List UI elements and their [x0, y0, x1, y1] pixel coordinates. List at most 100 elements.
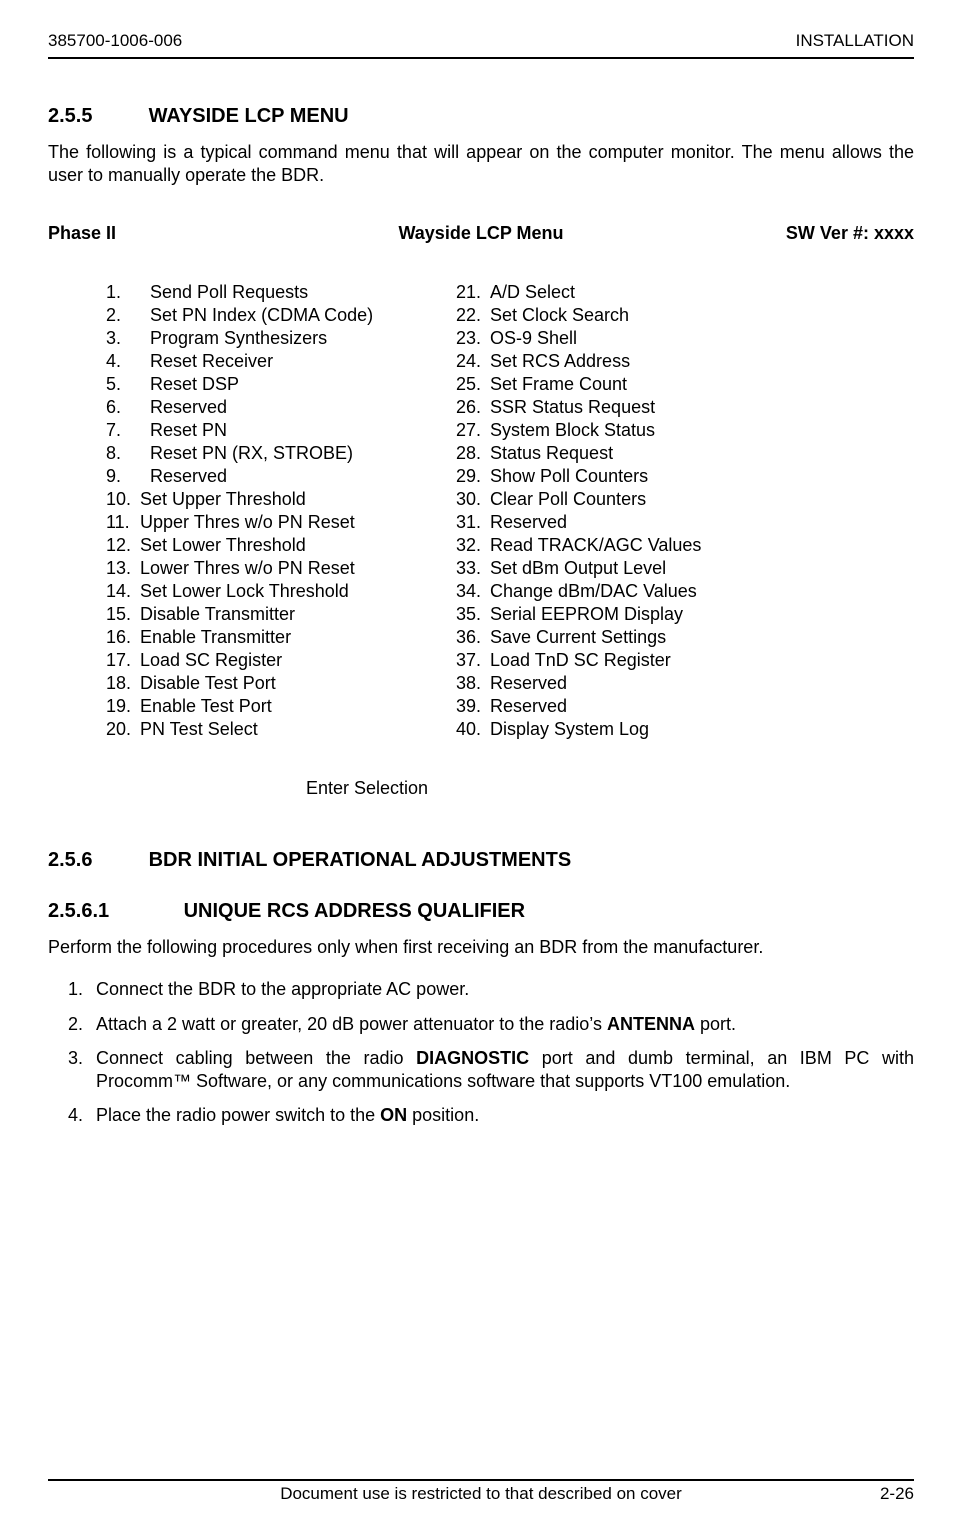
lcp-menu-item-text: SSR Status Request — [490, 396, 655, 419]
lcp-menu-item: 11.Upper Thres w/o PN Reset — [106, 511, 426, 534]
section-2-5-6-1-num: 2.5.6.1 — [48, 899, 178, 924]
lcp-menu-item-num: 40. — [456, 718, 490, 741]
lcp-menu-item-text: Set RCS Address — [490, 350, 630, 373]
lcp-menu-item: 2. Set PN Index (CDMA Code) — [106, 304, 426, 327]
lcp-menu-item-text: Enable Test Port — [140, 695, 272, 718]
lcp-menu-item: 37.Load TnD SC Register — [456, 649, 796, 672]
procedure-step-4-pre: Place the radio power switch to the — [96, 1105, 380, 1125]
lcp-menu-item-num: 25. — [456, 373, 490, 396]
lcp-menu-item: 1. Send Poll Requests — [106, 281, 426, 304]
header-rule — [48, 57, 914, 59]
lcp-menu-item-num: 1. — [106, 281, 140, 304]
lcp-menu-item-gap — [140, 327, 150, 350]
lcp-menu-item-text: Reset PN (RX, STROBE) — [150, 442, 353, 465]
lcp-menu-item-text: Reserved — [490, 672, 567, 695]
lcp-menu-item: 35.Serial EEPROM Display — [456, 603, 796, 626]
lcp-menu-item-text: Reserved — [490, 511, 567, 534]
section-2-5-5-title: WAYSIDE LCP MENU — [149, 105, 349, 127]
lcp-menu-item-text: Lower Thres w/o PN Reset — [140, 557, 355, 580]
lcp-menu-item-num: 13. — [106, 557, 140, 580]
lcp-menu-item-num: 17. — [106, 649, 140, 672]
lcp-menu-item-num: 4. — [106, 350, 140, 373]
lcp-menu-item: 27.System Block Status — [456, 419, 796, 442]
lcp-menu-item-gap — [140, 465, 150, 488]
lcp-menu-item-text: Set Upper Threshold — [140, 488, 306, 511]
lcp-menu-item-num: 16. — [106, 626, 140, 649]
lcp-menu-item: 8. Reset PN (RX, STROBE) — [106, 442, 426, 465]
lcp-menu-item-num: 2. — [106, 304, 140, 327]
lcp-menu-item-gap — [140, 304, 150, 327]
lcp-menu-item-num: 9. — [106, 465, 140, 488]
lcp-menu-item-text: Display System Log — [490, 718, 649, 741]
lcp-menu-item: 5. Reset DSP — [106, 373, 426, 396]
lcp-menu-item: 17.Load SC Register — [106, 649, 426, 672]
lcp-menu-item-text: System Block Status — [490, 419, 655, 442]
lcp-menu-item: 33.Set dBm Output Level — [456, 557, 796, 580]
lcp-menu-item: 32.Read TRACK/AGC Values — [456, 534, 796, 557]
lcp-menu-item-num: 21. — [456, 281, 490, 304]
lcp-menu-item-num: 3. — [106, 327, 140, 350]
lcp-menu-item: 3. Program Synthesizers — [106, 327, 426, 350]
lcp-menu-item-num: 27. — [456, 419, 490, 442]
lcp-menu-item-text: Load SC Register — [140, 649, 282, 672]
lcp-menu-item-gap — [140, 419, 150, 442]
lcp-menu-item: 34.Change dBm/DAC Values — [456, 580, 796, 603]
doc-section: INSTALLATION — [796, 30, 914, 51]
lcp-menu-item: 15.Disable Transmitter — [106, 603, 426, 626]
lcp-menu-item-num: 7. — [106, 419, 140, 442]
phase-left: Phase II — [48, 222, 290, 245]
page-header: 385700-1006-006 INSTALLATION — [48, 30, 914, 51]
lcp-menu-item: 31.Reserved — [456, 511, 796, 534]
lcp-menu-col-right: 21.A/D Select22.Set Clock Search23.OS-9 … — [456, 281, 796, 742]
lcp-menu-item-text: A/D Select — [490, 281, 575, 304]
lcp-menu-item-gap — [140, 350, 150, 373]
page: 385700-1006-006 INSTALLATION 2.5.5 WAYSI… — [0, 0, 962, 1534]
lcp-menu-item-num: 28. — [456, 442, 490, 465]
lcp-menu-item-gap — [140, 281, 150, 304]
lcp-menu-item-text: Disable Test Port — [140, 672, 276, 695]
lcp-menu-item-text: Set PN Index (CDMA Code) — [150, 304, 373, 327]
footer-rule — [48, 1479, 914, 1481]
lcp-menu-item: 21.A/D Select — [456, 281, 796, 304]
procedure-step-3-pre: Connect cabling between the radio — [96, 1048, 416, 1068]
lcp-menu-item: 18.Disable Test Port — [106, 672, 426, 695]
lcp-menu-item-num: 10. — [106, 488, 140, 511]
lcp-menu-item: 19.Enable Test Port — [106, 695, 426, 718]
lcp-menu-item-gap — [140, 373, 150, 396]
procedure-step-1: Connect the BDR to the appropriate AC po… — [88, 978, 914, 1001]
section-2-5-6-heading: 2.5.6 BDR INITIAL OPERATIONAL ADJUSTMENT… — [48, 848, 914, 873]
lcp-menu-item: 10.Set Upper Threshold — [106, 488, 426, 511]
lcp-menu-item-num: 11. — [106, 511, 140, 534]
lcp-menu-item-num: 35. — [456, 603, 490, 626]
section-2-5-6-title: BDR INITIAL OPERATIONAL ADJUSTMENTS — [149, 849, 572, 871]
lcp-menu-item-num: 14. — [106, 580, 140, 603]
lcp-menu-item-num: 12. — [106, 534, 140, 557]
lcp-menu-item-text: Status Request — [490, 442, 613, 465]
lcp-menu-item-text: Send Poll Requests — [150, 281, 308, 304]
procedure-list: Connect the BDR to the appropriate AC po… — [48, 978, 914, 1139]
lcp-menu-item: 22.Set Clock Search — [456, 304, 796, 327]
lcp-menu-col-left: 1. Send Poll Requests2. Set PN Index (CD… — [106, 281, 426, 742]
lcp-menu-item-num: 31. — [456, 511, 490, 534]
procedure-step-4-bold: ON — [380, 1105, 407, 1125]
lcp-menu-item: 38.Reserved — [456, 672, 796, 695]
lcp-menu-item-text: Set Lower Threshold — [140, 534, 306, 557]
footer-left — [48, 1483, 152, 1504]
lcp-menu-item-num: 37. — [456, 649, 490, 672]
lcp-menu-item-num: 33. — [456, 557, 490, 580]
lcp-menu-item-num: 30. — [456, 488, 490, 511]
lcp-menu-item-num: 26. — [456, 396, 490, 419]
doc-number: 385700-1006-006 — [48, 30, 182, 51]
lcp-menu-item-text: Load TnD SC Register — [490, 649, 671, 672]
section-2-5-6-num: 2.5.6 — [48, 848, 143, 873]
procedure-step-2-pre: Attach a 2 watt or greater, 20 dB power … — [96, 1014, 607, 1034]
enter-selection: Enter Selection — [306, 777, 914, 800]
section-2-5-5-para: The following is a typical command menu … — [48, 141, 914, 186]
section-2-5-6-1-title: UNIQUE RCS ADDRESS QUALIFIER — [184, 900, 526, 922]
lcp-menu-item-text: Set dBm Output Level — [490, 557, 666, 580]
footer-center: Document use is restricted to that descr… — [152, 1483, 810, 1504]
lcp-menu-item-num: 22. — [456, 304, 490, 327]
procedure-step-4: Place the radio power switch to the ON p… — [88, 1104, 914, 1127]
procedure-step-3-bold: DIAGNOSTIC — [416, 1048, 529, 1068]
lcp-menu-item: 24.Set RCS Address — [456, 350, 796, 373]
